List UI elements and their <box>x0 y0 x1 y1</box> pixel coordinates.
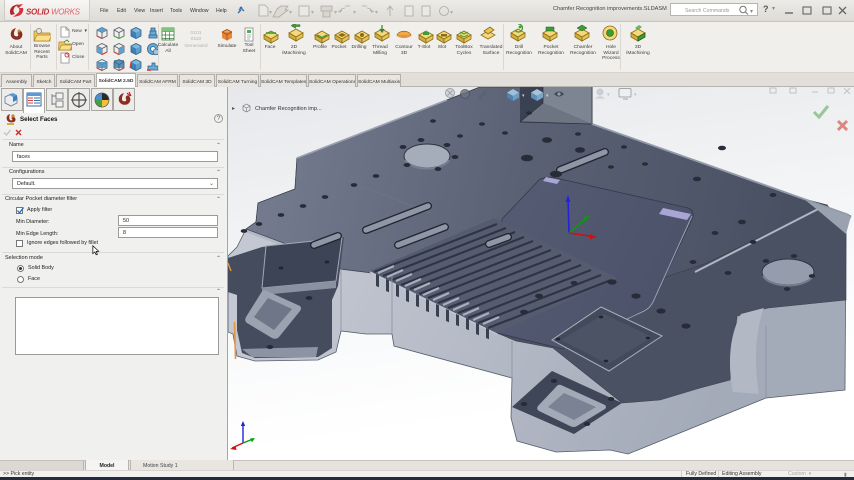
svg-text:▾: ▾ <box>450 10 453 16</box>
svg-text:▾: ▾ <box>750 9 753 15</box>
svg-text:SOLID: SOLID <box>26 8 49 17</box>
svg-text:▾: ▾ <box>353 10 356 16</box>
svg-text:▾: ▾ <box>269 10 272 16</box>
svg-text:▾: ▾ <box>634 92 637 98</box>
svg-text:▾: ▾ <box>375 10 378 16</box>
svg-text:▾: ▾ <box>311 10 314 16</box>
svg-text:▾: ▾ <box>522 93 525 99</box>
svg-text:▾: ▾ <box>607 92 610 98</box>
svg-text:WORKS: WORKS <box>51 8 81 17</box>
svg-text:▾: ▾ <box>334 10 337 16</box>
svg-text:▾: ▾ <box>289 10 292 16</box>
svg-text:▾: ▾ <box>546 93 549 99</box>
